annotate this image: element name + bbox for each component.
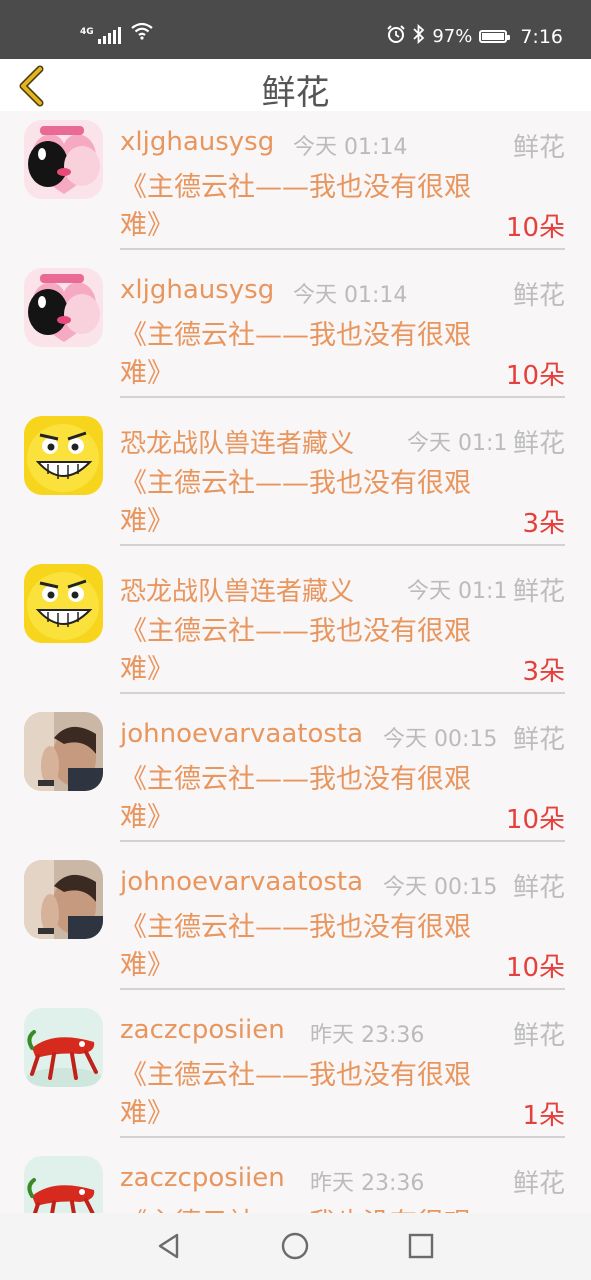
user-name[interactable]: xljghausysg — [120, 275, 274, 305]
network-type: 4G — [80, 27, 94, 37]
avatar[interactable] — [24, 860, 103, 939]
kiss-sticker-avatar — [24, 268, 103, 347]
battery-icon — [479, 30, 511, 43]
user-name[interactable]: zaczcposiien — [120, 1015, 285, 1045]
divider — [120, 544, 565, 546]
work-title[interactable]: 《主德云社——我也没有很艰难》 — [120, 909, 506, 985]
divider — [120, 1136, 565, 1138]
gift-type: 鲜花 — [512, 867, 565, 904]
user-name[interactable]: xljghausysg — [120, 127, 274, 157]
square-recent-icon — [408, 1233, 434, 1259]
wifi-icon — [130, 22, 153, 44]
flower-count: 10朵 — [505, 953, 565, 983]
work-title[interactable]: 《主德云社——我也没有很艰难》 — [120, 1205, 506, 1213]
flower-count: 1朵 — [522, 1101, 565, 1131]
send-time: 昨天 23:36 — [310, 1171, 425, 1196]
alarm-icon — [386, 24, 406, 49]
clock: 7:16 — [520, 25, 563, 48]
work-title[interactable]: 《主德云社——我也没有很艰难》 — [120, 169, 506, 245]
gift-type: 鲜花 — [512, 1015, 565, 1052]
gift-type: 鲜花 — [512, 423, 565, 460]
signal-icon — [97, 26, 121, 44]
page-title: 鲜花 — [261, 73, 330, 113]
gift-type: 鲜花 — [512, 275, 565, 312]
circle-home-icon — [281, 1232, 309, 1260]
work-title[interactable]: 《主德云社——我也没有很艰难》 — [120, 317, 506, 393]
user-name[interactable]: 恐龙战队兽连者藏义 — [120, 571, 354, 608]
gift-type: 鲜花 — [512, 719, 565, 756]
send-time: 今天 00:15 — [383, 727, 498, 752]
status-bar: 4G 97% 7:16 — [0, 0, 591, 59]
nav-back-button[interactable] — [155, 1231, 185, 1261]
send-time: 今天 01:1 — [407, 579, 508, 604]
user-name[interactable]: johnoevarvaatosta — [120, 867, 363, 897]
chili-avatar — [24, 1156, 103, 1213]
work-title[interactable]: 《主德云社——我也没有很艰难》 — [120, 761, 506, 837]
gift-type: 鲜花 — [512, 127, 565, 164]
avatar[interactable] — [24, 1008, 103, 1087]
bluetooth-icon — [413, 23, 425, 49]
work-title[interactable]: 《主德云社——我也没有很艰难》 — [120, 613, 506, 689]
divider — [120, 840, 565, 842]
send-time: 今天 01:14 — [293, 283, 408, 308]
status-right: 97% 7:16 — [386, 23, 563, 49]
list-item[interactable]: johnoevarvaatosta 今天 00:15 鲜花 《主德云社——我也没… — [0, 851, 591, 999]
list-item[interactable]: zaczcposiien 昨天 23:36 鲜花 《主德云社——我也没有很艰难》… — [0, 999, 591, 1147]
work-title[interactable]: 《主德云社——我也没有很艰难》 — [120, 1057, 506, 1133]
send-time: 今天 01:1 — [407, 431, 508, 456]
gift-type: 鲜花 — [512, 1163, 565, 1200]
avatar[interactable] — [24, 416, 103, 495]
user-name[interactable]: 恐龙战队兽连者藏义 — [120, 423, 354, 460]
chili-avatar — [24, 1008, 103, 1087]
divider — [120, 692, 565, 694]
send-time: 今天 01:14 — [293, 135, 408, 160]
triangle-back-icon — [158, 1233, 179, 1259]
send-time: 昨天 23:36 — [310, 1023, 425, 1048]
avatar[interactable] — [24, 1156, 103, 1213]
network-indicators: 4G — [80, 22, 153, 44]
flower-count: 10朵 — [505, 361, 565, 391]
man-photo-avatar — [24, 712, 103, 791]
nav-recent-button[interactable] — [406, 1231, 436, 1261]
list-item[interactable]: johnoevarvaatosta 今天 00:15 鲜花 《主德云社——我也没… — [0, 703, 591, 851]
divider — [120, 248, 565, 250]
flower-count: 10朵 — [505, 805, 565, 835]
work-title[interactable]: 《主德云社——我也没有很艰难》 — [120, 465, 506, 541]
gift-type: 鲜花 — [512, 571, 565, 608]
flower-count: 3朵 — [522, 509, 565, 539]
man-photo-avatar — [24, 860, 103, 939]
system-nav-bar — [0, 1213, 591, 1280]
divider — [120, 988, 565, 990]
battery-percent: 97% — [432, 26, 473, 47]
smiley-avatar — [24, 416, 103, 495]
smiley-avatar — [24, 564, 103, 643]
list-item[interactable]: zaczcposiien 昨天 23:36 鲜花 《主德云社——我也没有很艰难》 — [0, 1147, 591, 1213]
send-time: 今天 00:15 — [383, 875, 498, 900]
user-name[interactable]: johnoevarvaatosta — [120, 719, 363, 749]
kiss-sticker-avatar — [24, 120, 103, 199]
list-item[interactable]: xljghausysg 今天 01:14 鲜花 《主德云社——我也没有很艰难》 … — [0, 259, 591, 407]
flower-count: 3朵 — [522, 657, 565, 687]
avatar[interactable] — [24, 268, 103, 347]
nav-home-button[interactable] — [280, 1231, 310, 1261]
flower-count: 10朵 — [505, 213, 565, 243]
flower-list[interactable]: xljghausysg 今天 01:14 鲜花 《主德云社——我也没有很艰难》 … — [0, 111, 591, 1213]
title-bar: 鲜花 — [0, 59, 591, 113]
avatar[interactable] — [24, 712, 103, 791]
divider — [120, 396, 565, 398]
list-item[interactable]: 恐龙战队兽连者藏义 今天 01:1 鲜花 《主德云社——我也没有很艰难》 3朵 — [0, 407, 591, 555]
avatar[interactable] — [24, 120, 103, 199]
list-item[interactable]: 恐龙战队兽连者藏义 今天 01:1 鲜花 《主德云社——我也没有很艰难》 3朵 — [0, 555, 591, 703]
list-item[interactable]: xljghausysg 今天 01:14 鲜花 《主德云社——我也没有很艰难》 … — [0, 111, 591, 259]
user-name[interactable]: zaczcposiien — [120, 1163, 285, 1193]
avatar[interactable] — [24, 564, 103, 643]
